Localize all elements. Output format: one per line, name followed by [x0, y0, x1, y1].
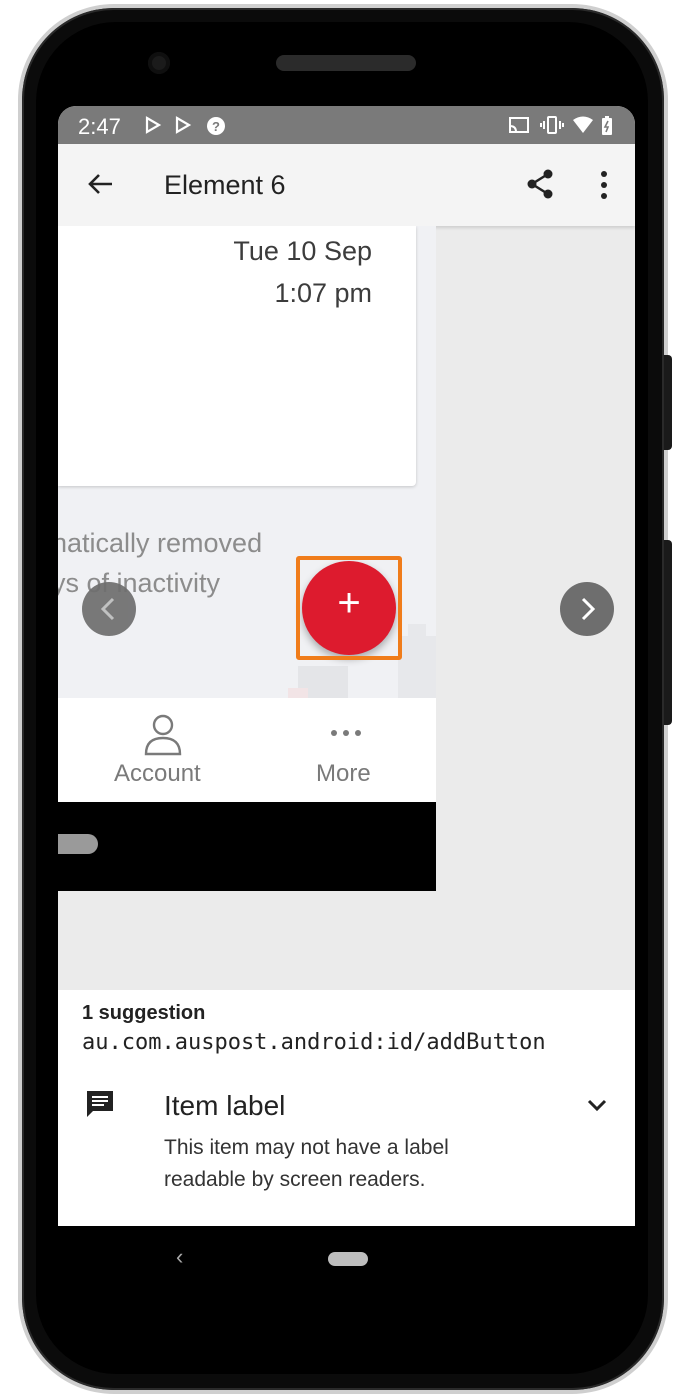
previous-button[interactable] [82, 582, 136, 636]
system-home-button[interactable] [328, 1252, 368, 1266]
next-button[interactable] [560, 582, 614, 636]
battery-icon [600, 116, 614, 141]
suggestion-description-line2: readable by screen readers. [164, 1168, 426, 1191]
chevron-right-icon [581, 597, 596, 621]
more-vert-icon[interactable] [592, 168, 616, 202]
volume-button [664, 355, 672, 450]
system-back-button[interactable]: ‹ [176, 1244, 183, 1270]
svg-text:?: ? [212, 119, 220, 134]
cast-icon [508, 116, 530, 139]
power-button [664, 540, 672, 725]
nav-item-account[interactable]: Account [114, 760, 201, 788]
suggestion-count: 1 suggestion [82, 1002, 206, 1024]
wifi-icon [572, 116, 594, 139]
front-camera [148, 52, 170, 74]
help-circle-icon: ? [206, 116, 226, 141]
info-text-line1: natically removed [58, 528, 263, 558]
card-time: 1:07 pm [274, 278, 372, 308]
arrow-back-icon[interactable] [84, 168, 116, 200]
chevron-down-icon[interactable] [584, 1092, 610, 1118]
suggestion-description-line1: This item may not have a label [164, 1136, 449, 1159]
system-navigation-bar: ‹ [58, 1226, 635, 1291]
play-store-icon [144, 116, 162, 139]
status-bar: 2:47 ? [58, 106, 635, 144]
bottom-navigation: Account More [58, 698, 436, 802]
chevron-left-icon [100, 597, 115, 621]
screen: 2:47 ? Element 6 Tue 10 Sep 1:07 pm nati… [58, 106, 635, 1291]
message-icon [84, 1088, 116, 1120]
status-time: 2:47 [78, 114, 121, 139]
earpiece-speaker [276, 55, 416, 71]
suggestion-title[interactable]: Item label [164, 1090, 285, 1122]
nav-item-more[interactable]: More [316, 760, 371, 788]
element-highlight [296, 556, 402, 660]
vibrate-icon [540, 116, 564, 139]
person-icon[interactable] [140, 712, 186, 758]
app-bar: Element 6 [58, 144, 635, 226]
element-id: au.com.auspost.android:id/addButton [82, 1030, 546, 1055]
play-store-icon [174, 116, 192, 139]
card-date: Tue 10 Sep [233, 236, 372, 266]
page-title: Element 6 [164, 170, 286, 200]
date-card: Tue 10 Sep 1:07 pm [58, 226, 416, 486]
suggestion-sheet: 1 suggestion au.com.auspost.android:id/a… [58, 990, 635, 1226]
preview-system-nav [58, 802, 436, 891]
more-horiz-icon[interactable] [326, 718, 366, 748]
home-pill [58, 834, 98, 854]
share-icon[interactable] [524, 168, 556, 200]
